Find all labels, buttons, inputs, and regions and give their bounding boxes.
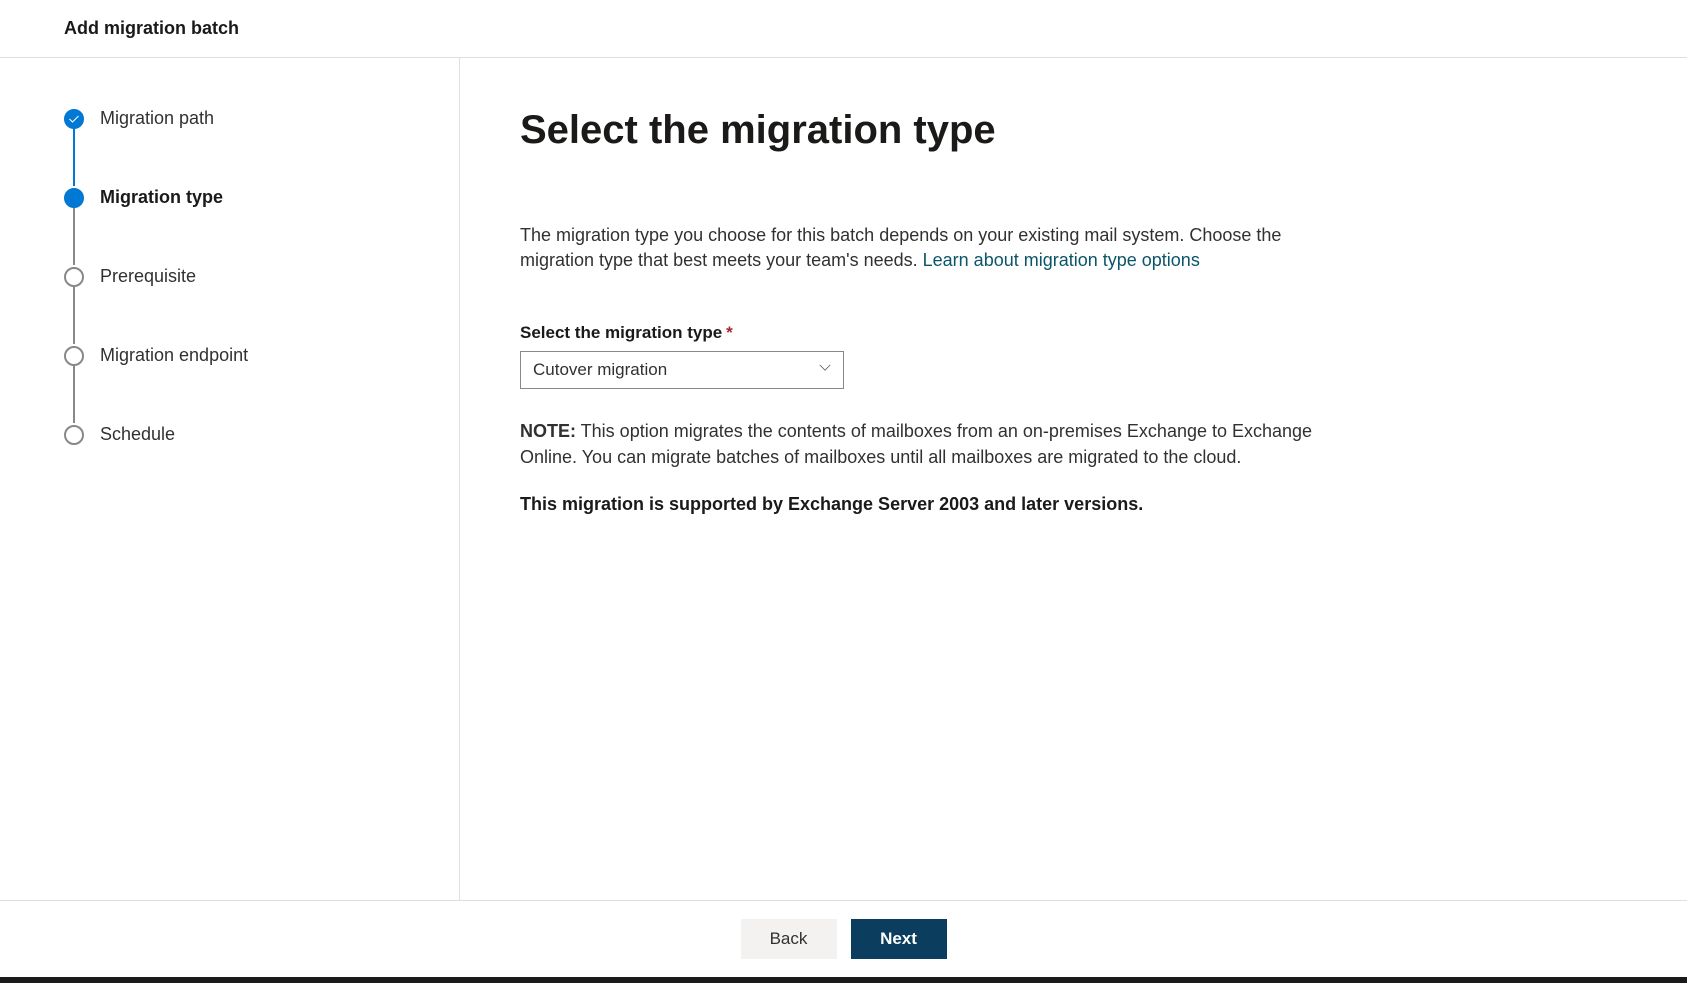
step-migration-endpoint[interactable]: Migration endpoint <box>64 345 395 424</box>
step-label: Prerequisite <box>100 266 196 287</box>
step-indicator-current <box>64 188 84 208</box>
note-section: NOTE: This option migrates the contents … <box>520 419 1360 469</box>
content-title: Select the migration type <box>520 108 1360 153</box>
step-connector <box>73 286 75 344</box>
page-title: Add migration batch <box>64 18 1623 39</box>
wizard-footer: Back Next <box>0 900 1687 977</box>
back-button[interactable]: Back <box>741 919 837 959</box>
next-button[interactable]: Next <box>851 919 947 959</box>
step-prerequisite[interactable]: Prerequisite <box>64 266 395 345</box>
required-marker: * <box>726 323 733 342</box>
wizard-sidebar: Migration path Migration type Prerequisi… <box>0 58 460 900</box>
support-text: This migration is supported by Exchange … <box>520 494 1360 515</box>
step-connector <box>73 207 75 265</box>
migration-type-select[interactable]: Cutover migration <box>520 351 844 389</box>
note-text: This option migrates the contents of mai… <box>520 421 1312 466</box>
step-label: Migration endpoint <box>100 345 248 366</box>
content-description: The migration type you choose for this b… <box>520 223 1360 273</box>
step-migration-type[interactable]: Migration type <box>64 187 395 266</box>
page-header: Add migration batch <box>0 0 1687 58</box>
bottom-bar <box>0 977 1687 983</box>
step-migration-path[interactable]: Migration path <box>64 108 395 187</box>
checkmark-icon <box>68 113 80 125</box>
step-schedule[interactable]: Schedule <box>64 424 395 445</box>
step-label: Migration type <box>100 187 223 208</box>
step-indicator-upcoming <box>64 346 84 366</box>
migration-type-field: Select the migration type* Cutover migra… <box>520 323 1360 389</box>
learn-more-link[interactable]: Learn about migration type options <box>923 250 1200 270</box>
label-text: Select the migration type <box>520 323 722 342</box>
step-label: Migration path <box>100 108 214 129</box>
step-indicator-completed <box>64 109 84 129</box>
note-label: NOTE: <box>520 421 576 441</box>
select-wrapper: Cutover migration <box>520 351 844 389</box>
main-container: Migration path Migration type Prerequisi… <box>0 58 1687 900</box>
step-connector <box>73 365 75 423</box>
step-indicator-upcoming <box>64 425 84 445</box>
step-indicator-upcoming <box>64 267 84 287</box>
migration-type-label: Select the migration type* <box>520 323 1360 343</box>
wizard-content: Select the migration type The migration … <box>460 58 1420 900</box>
step-connector <box>73 128 75 186</box>
wizard-stepper: Migration path Migration type Prerequisi… <box>64 108 395 445</box>
step-label: Schedule <box>100 424 175 445</box>
